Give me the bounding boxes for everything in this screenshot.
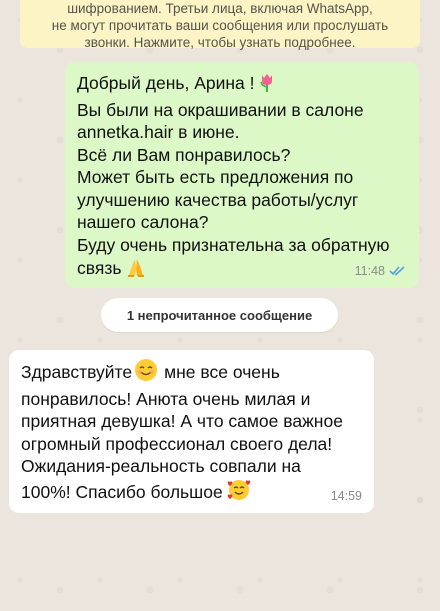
unread-messages-divider: 1 непрочитанное сообщение [101, 298, 338, 332]
encryption-notice-line: не могут прочитать ваши сообщения или пр… [51, 18, 389, 33]
smiling-face-icon [134, 358, 158, 388]
message-line: понравилось! Анюта очень милая и [21, 388, 311, 409]
message-line: Добрый день, Арина ! [77, 72, 407, 99]
encryption-notice[interactable]: шифрованием. Третьи лица, включая WhatsA… [20, 0, 420, 50]
message-meta: 11:48 [355, 260, 407, 283]
encryption-notice-line: шифрованием. Третьи лица, включая WhatsA… [67, 1, 373, 16]
tulip-icon [259, 73, 275, 99]
message-line: приятная девушка! А что самое важное [21, 411, 343, 431]
message-line: 100%! Спасибо большое [21, 478, 362, 508]
incoming-message-bubble[interactable]: Здравствуйте мне все очень понравилось! … [9, 350, 374, 513]
folded-hands-icon [125, 256, 147, 284]
message-line: Здравствуйте мне все очень [21, 358, 362, 388]
message-line: Всё ли Вам понравилось? [77, 144, 291, 165]
smiling-face-with-hearts-icon [227, 478, 251, 508]
message-line: нашего салона? [77, 212, 209, 232]
message-line: annetka.hair в июне. [77, 122, 240, 142]
outgoing-message-bubble[interactable]: Добрый день, Арина ! Вы были на окрашива… [65, 62, 419, 288]
encryption-notice-line: звонки. Нажмите, чтобы узнать подробнее. [84, 35, 356, 50]
message-line: огромный профессионал своего дела! [21, 433, 333, 454]
message-line: улучшению качества работы/услуг [77, 189, 359, 210]
message-line: Вы были на окрашивании в салоне [77, 99, 364, 120]
message-line: Буду очень признательна за обратную [77, 234, 390, 255]
double-check-icon [389, 266, 405, 276]
message-meta: 14:59 [331, 485, 362, 508]
unread-messages-label: 1 непрочитанное сообщение [126, 307, 313, 323]
message-time: 14:59 [330, 488, 362, 503]
message-line: Может быть есть предложения по [77, 167, 354, 187]
message-time: 11:48 [354, 263, 385, 278]
message-line: Ожидания-реальность совпали на [21, 456, 301, 476]
